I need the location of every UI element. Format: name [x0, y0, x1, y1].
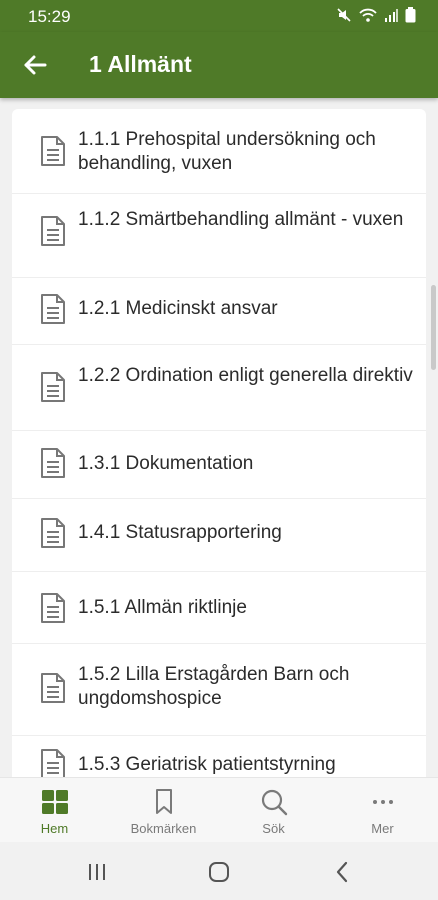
list-item-label: 1.1.1 Prehospital undersökning och behan… [78, 129, 376, 174]
recent-apps-icon[interactable] [84, 859, 110, 885]
document-icon [41, 448, 65, 478]
battery-icon [405, 7, 416, 28]
list-item[interactable]: 1.1.2 Smärtbehandling allmänt - vuxen [12, 193, 426, 278]
list-item-label: 1.5.3 Geriatrisk patientstyrning [78, 754, 336, 775]
document-icon [41, 518, 65, 548]
app-bar: 1 Allmänt [0, 32, 438, 98]
list-item[interactable]: 1.1.1 Prehospital undersökning och behan… [12, 109, 426, 194]
document-icon [41, 216, 65, 246]
arrow-left-icon [24, 55, 47, 75]
list-item[interactable]: 1.4.1 Statusrapportering [12, 498, 426, 572]
back-button[interactable] [18, 47, 54, 83]
status-icons [336, 7, 416, 28]
nav-label: Mer [371, 821, 394, 836]
list-item-label: 1.5.2 Lilla Erstagården Barn och ungdoms… [78, 664, 350, 709]
document-icon [41, 372, 65, 402]
list-item-label: 1.5.1 Allmän riktlinje [78, 597, 247, 618]
list-item[interactable]: 1.2.2 Ordination enligt generella direkt… [12, 344, 426, 431]
home-icon[interactable] [206, 859, 232, 885]
document-icon [41, 294, 65, 324]
nav-label: Sök [262, 821, 285, 836]
system-navigation-bar [0, 842, 438, 900]
list-item-label: 1.4.1 Statusrapportering [78, 522, 282, 543]
list-item[interactable]: 1.5.1 Allmän riktlinje [12, 571, 426, 644]
document-icon [41, 673, 65, 703]
signal-icon [384, 8, 398, 27]
grid-icon [42, 790, 68, 814]
nav-label: Bokmärken [130, 821, 197, 836]
wifi-icon [359, 7, 377, 28]
status-bar: 15:29 [0, 0, 438, 32]
list-item[interactable]: 1.5.2 Lilla Erstagården Barn och ungdoms… [12, 643, 426, 736]
list-item-label: 1.2.1 Medicinskt ansvar [78, 298, 278, 319]
nav-item-hem[interactable]: Hem [0, 778, 109, 843]
nav-item-bokmarken[interactable]: Bokmärken [109, 778, 218, 843]
more-icon [373, 800, 393, 804]
bookmark-icon [156, 789, 172, 814]
document-list: 1.1.1 Prehospital undersökning och behan… [12, 109, 426, 777]
nav-item-mer[interactable]: Mer [328, 778, 437, 843]
page-title: 1 Allmänt [89, 51, 192, 77]
bottom-navigation: Hem Bokmärken Sök Mer [0, 777, 438, 843]
search-icon [261, 789, 288, 816]
list-item-label: 1.1.2 Smärtbehandling allmänt - vuxen [78, 209, 404, 230]
list-item[interactable]: 1.2.1 Medicinskt ansvar [12, 277, 426, 345]
list-item-label: 1.3.1 Dokumentation [78, 453, 254, 474]
scrollbar[interactable] [431, 285, 436, 370]
document-icon [41, 593, 65, 623]
list-item[interactable]: 1.3.1 Dokumentation [12, 430, 426, 499]
list-item-label: 1.2.2 Ordination enligt generella direkt… [78, 365, 413, 386]
nav-item-sok[interactable]: Sök [219, 778, 328, 843]
nav-label: Hem [40, 821, 69, 836]
status-time: 15:29 [28, 7, 71, 26]
back-nav-icon[interactable] [330, 859, 356, 885]
document-icon [41, 136, 65, 166]
list-item[interactable]: 1.5.3 Geriatrisk patientstyrning [12, 735, 426, 777]
mute-icon [336, 7, 352, 28]
document-icon [41, 749, 65, 777]
